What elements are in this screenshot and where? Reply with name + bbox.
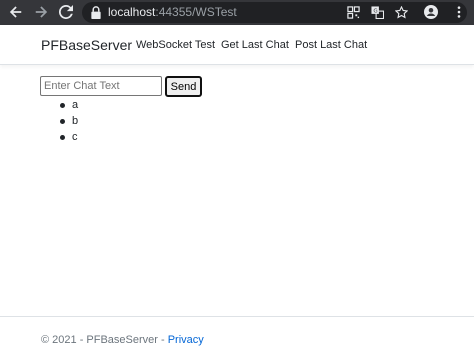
qr-code-icon[interactable] xyxy=(346,5,361,20)
menu-icon[interactable] xyxy=(450,3,468,21)
svg-text:G: G xyxy=(373,9,377,15)
url-host: localhost xyxy=(108,5,156,19)
app-navbar: PFBaseServer WebSocket Test Get Last Cha… xyxy=(0,25,474,65)
message-text: a xyxy=(72,99,79,111)
forward-icon[interactable] xyxy=(32,3,50,21)
url-text[interactable]: localhost:44355/WSTest xyxy=(108,5,237,20)
bullet-icon xyxy=(60,119,65,124)
list-item: c xyxy=(0,130,120,146)
nav-link-websocket-test[interactable]: WebSocket Test xyxy=(136,39,215,52)
nav-link-get-last-chat[interactable]: Get Last Chat xyxy=(221,39,289,52)
footer-text: © 2021 - PFBaseServer - Privacy xyxy=(41,334,204,347)
lock-icon[interactable] xyxy=(90,6,102,19)
message-text: c xyxy=(72,131,78,143)
copyright-text: © 2021 - PFBaseServer - xyxy=(41,334,168,346)
back-icon[interactable] xyxy=(7,3,25,21)
profile-icon[interactable] xyxy=(422,3,440,21)
reload-icon[interactable] xyxy=(57,3,75,21)
url-path: :44355/WSTest xyxy=(155,5,237,19)
browser-toolbar: localhost:44355/WSTest G xyxy=(0,0,474,25)
brand-link[interactable]: PFBaseServer xyxy=(41,37,132,54)
star-icon[interactable] xyxy=(394,5,409,20)
page-footer: © 2021 - PFBaseServer - Privacy xyxy=(0,316,474,363)
nav-link-post-last-chat[interactable]: Post Last Chat xyxy=(295,39,367,52)
list-item: a xyxy=(0,98,120,114)
translate-icon[interactable]: G xyxy=(370,5,385,20)
send-button[interactable]: Send xyxy=(165,76,202,97)
chat-text-input[interactable] xyxy=(40,76,162,96)
bullet-icon xyxy=(60,103,65,108)
bullet-icon xyxy=(60,135,65,140)
list-item: b xyxy=(0,114,120,130)
address-bar[interactable]: localhost:44355/WSTest G xyxy=(82,2,467,23)
message-text: b xyxy=(72,115,79,127)
privacy-link[interactable]: Privacy xyxy=(168,334,204,346)
